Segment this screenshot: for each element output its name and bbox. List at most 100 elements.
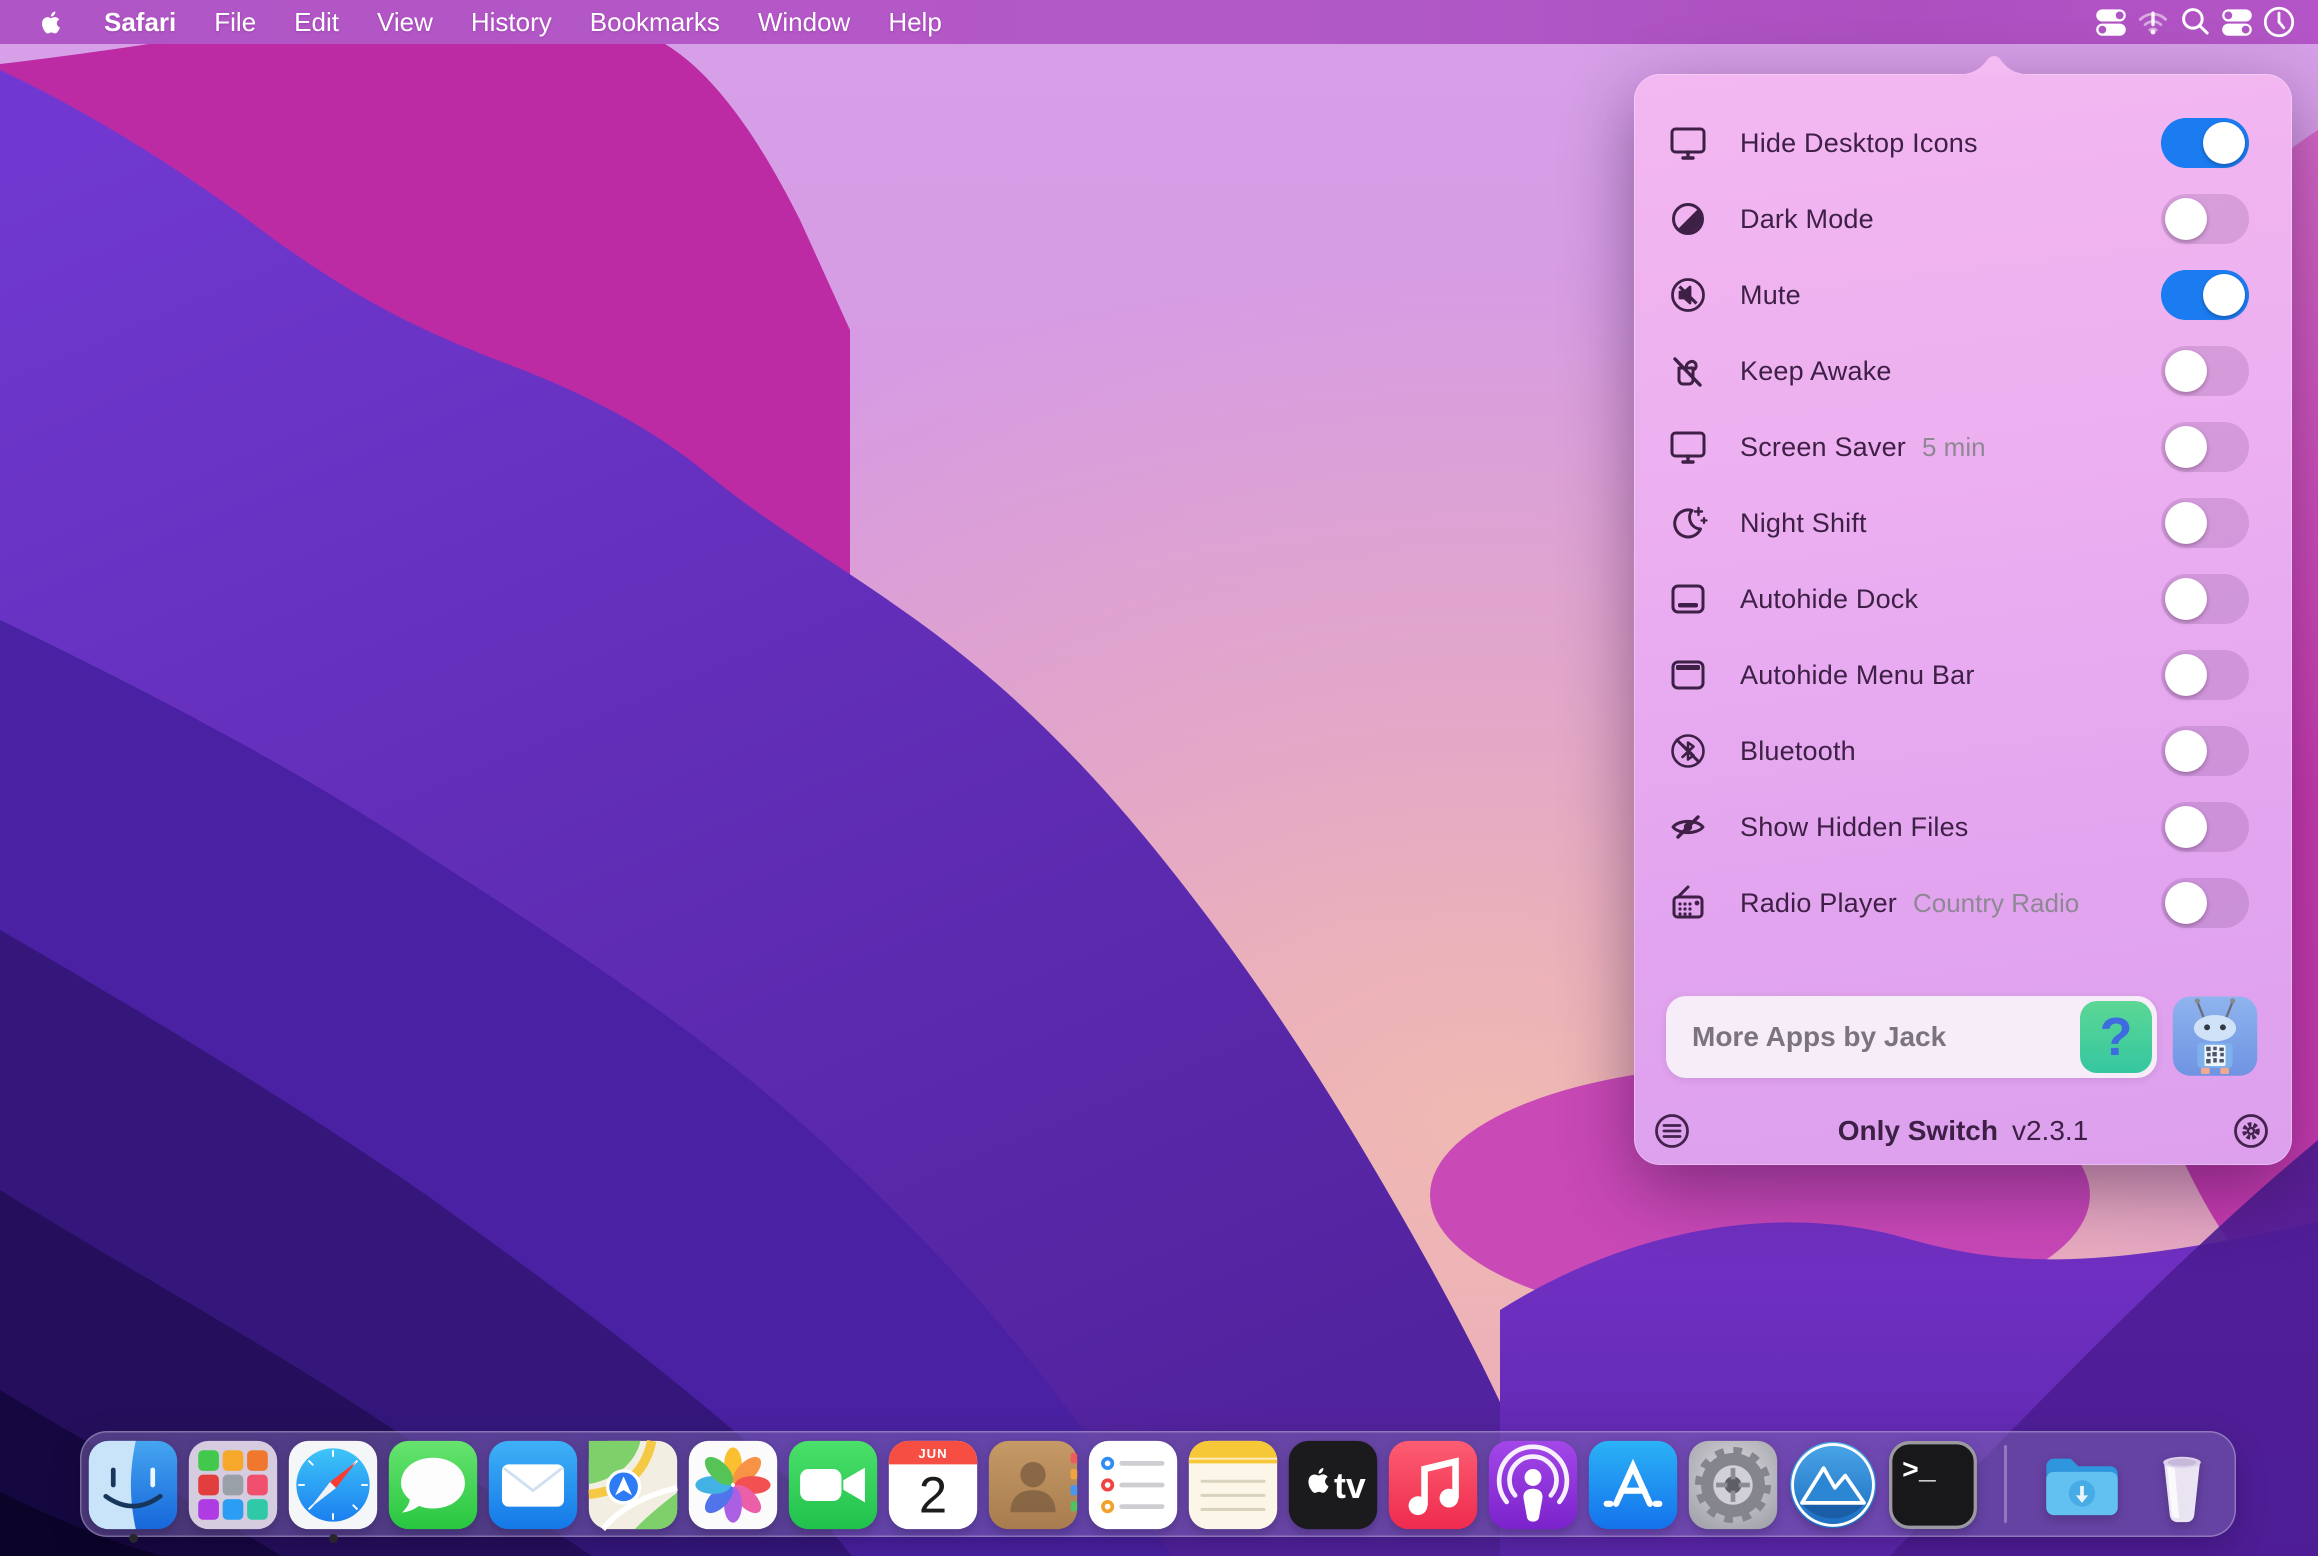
only-switch-icon[interactable] [2090, 0, 2132, 44]
dock-item-calendar[interactable]: JUN2 [886, 1438, 980, 1532]
dock-item-messages[interactable] [386, 1438, 480, 1532]
menu-window[interactable]: Window [739, 0, 869, 44]
toggle-knob [2165, 654, 2207, 696]
dock-item-contacts[interactable] [986, 1438, 1080, 1532]
switch-label: Hide Desktop Icons [1740, 128, 1978, 159]
toggle-knob [2165, 350, 2207, 392]
desktop-icon [1666, 121, 1710, 165]
app-version: v2.3.1 [2012, 1115, 2088, 1147]
menubar-status-icons [2090, 0, 2318, 44]
dock-item-appstore[interactable] [1586, 1438, 1680, 1532]
dock-item-music[interactable] [1386, 1438, 1480, 1532]
toggle-bluetooth[interactable] [2161, 726, 2249, 776]
menu-history[interactable]: History [452, 0, 571, 44]
dock-item-downloads-folder[interactable] [2035, 1438, 2129, 1532]
switch-label: Autohide Dock [1740, 584, 1918, 615]
toggle-knob [2165, 882, 2207, 924]
switch-row-bluetooth: Bluetooth [1634, 713, 2292, 789]
toggle-knob [2165, 806, 2207, 848]
search-icon[interactable] [2174, 0, 2216, 44]
switch-row-dark-mode: Dark Mode [1634, 181, 2292, 257]
bluetooth-icon [1666, 729, 1710, 773]
autohide-menubar-icon [1666, 653, 1710, 697]
robot-app-icon[interactable] [2171, 992, 2259, 1082]
dock-item-photos[interactable] [686, 1438, 780, 1532]
panel-footer-title: Only Switch v2.3.1 [1634, 1107, 2292, 1155]
switch-row-hide-desktop-icons: Hide Desktop Icons [1634, 105, 2292, 181]
mute-icon [1666, 273, 1710, 317]
dock-item-notes[interactable] [1186, 1438, 1280, 1532]
switch-row-autohide-dock: Autohide Dock [1634, 561, 2292, 637]
dock-item-podcasts[interactable] [1486, 1438, 1580, 1532]
clock-icon[interactable] [2258, 0, 2300, 44]
menu-file[interactable]: File [195, 0, 275, 44]
menu-safari[interactable]: Safari [85, 0, 195, 44]
running-indicator-dot [129, 1534, 138, 1543]
dock: JUN2 tv >_ [80, 1431, 2236, 1537]
toggle-autohide-dock[interactable] [2161, 574, 2249, 624]
keep-awake-icon [1666, 349, 1710, 393]
dock-item-maps[interactable] [586, 1438, 680, 1532]
menubar-menus: SafariFileEditViewHistoryBookmarksWindow… [0, 0, 961, 44]
switch-sublabel: Country Radio [1913, 888, 2079, 919]
switch-label: Radio Player [1740, 888, 1897, 919]
dock-item-reminders[interactable] [1086, 1438, 1180, 1532]
more-apps-card: More Apps by Jack ? [1666, 996, 2157, 1078]
dock-item-terminal[interactable]: >_ [1886, 1438, 1980, 1532]
apple-menu[interactable] [30, 0, 85, 44]
toggle-knob [2165, 198, 2207, 240]
menu-edit[interactable]: Edit [275, 0, 358, 44]
toggle-hide-desktop-icons[interactable] [2161, 118, 2249, 168]
toggle-autohide-menu-bar[interactable] [2161, 650, 2249, 700]
dock-item-launchpad[interactable] [186, 1438, 280, 1532]
switch-label: Mute [1740, 280, 1801, 311]
panel-footer: Only Switch v2.3.1 [1634, 1107, 2292, 1155]
apple-logo-icon [38, 9, 65, 36]
wifi-alert-icon[interactable] [2132, 0, 2174, 44]
switch-row-keep-awake: Keep Awake [1634, 333, 2292, 409]
switch-row-night-shift: Night Shift [1634, 485, 2292, 561]
question-app-icon[interactable]: ? [2080, 1001, 2152, 1073]
toggle-show-hidden-files[interactable] [2161, 802, 2249, 852]
menu-help[interactable]: Help [869, 0, 960, 44]
switch-row-show-hidden-files: Show Hidden Files [1634, 789, 2292, 865]
running-indicator-dot [329, 1534, 338, 1543]
toggle-mute[interactable] [2161, 270, 2249, 320]
more-apps-label: More Apps by Jack [1692, 1021, 1946, 1053]
switch-label: Autohide Menu Bar [1740, 660, 1975, 691]
toggle-screen-saver[interactable] [2161, 422, 2249, 472]
switch-row-screen-saver: Screen Saver 5 min [1634, 409, 2292, 485]
switch-sublabel: 5 min [1922, 432, 1986, 463]
dock-item-trash[interactable] [2135, 1438, 2229, 1532]
dock-item-safari[interactable] [286, 1438, 380, 1532]
switch-label: Dark Mode [1740, 204, 1874, 235]
menu-bookmarks[interactable]: Bookmarks [571, 0, 739, 44]
toggle-knob [2203, 122, 2245, 164]
switch-label: Bluetooth [1740, 736, 1856, 767]
toggle-knob [2165, 502, 2207, 544]
menu-view[interactable]: View [358, 0, 452, 44]
svg-text:2: 2 [919, 1466, 947, 1523]
dock-item-appletv[interactable]: tv [1286, 1438, 1380, 1532]
toggle-keep-awake[interactable] [2161, 346, 2249, 396]
dock-item-mail[interactable] [486, 1438, 580, 1532]
settings-gear-icon[interactable] [2229, 1109, 2273, 1153]
dock-item-systempreferences[interactable] [1686, 1438, 1780, 1532]
screen-saver-icon [1666, 425, 1710, 469]
switch-label: Night Shift [1740, 508, 1867, 539]
toggle-knob [2165, 426, 2207, 468]
toggle-night-shift[interactable] [2161, 498, 2249, 548]
dock-item-mountain-app[interactable] [1786, 1438, 1880, 1532]
dock-separator [2004, 1445, 2007, 1523]
toggle-dark-mode[interactable] [2161, 194, 2249, 244]
toggle-radio-player[interactable] [2161, 878, 2249, 928]
switch-rows: Hide Desktop Icons Dark Mode Mute Keep Awak… [1634, 105, 2292, 941]
switch-label: Screen Saver [1740, 432, 1906, 463]
toggle-knob [2165, 578, 2207, 620]
hidden-files-icon [1666, 805, 1710, 849]
control-center-icon[interactable] [2216, 0, 2258, 44]
dock-item-finder[interactable] [86, 1438, 180, 1532]
dock-item-facetime[interactable] [786, 1438, 880, 1532]
svg-text:>_: >_ [1902, 1456, 1936, 1487]
switch-row-radio-player: Radio Player Country Radio [1634, 865, 2292, 941]
